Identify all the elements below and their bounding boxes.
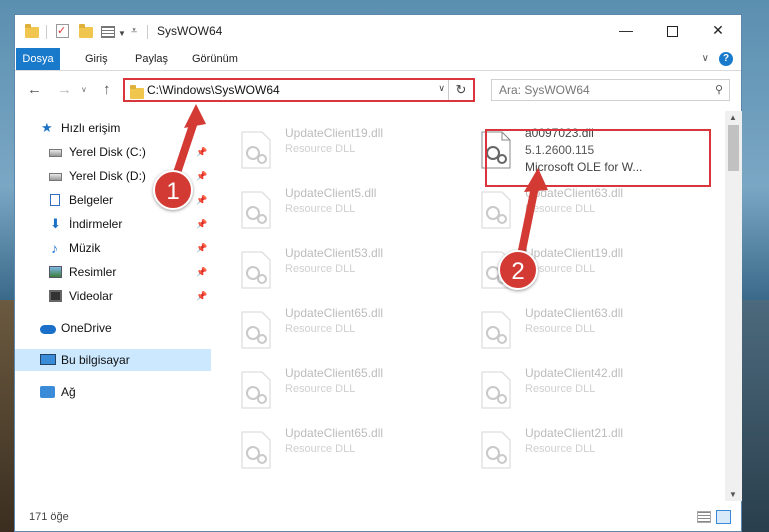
step-1-badge: 1 xyxy=(153,170,193,210)
annotation-arrows xyxy=(168,104,548,274)
step-2-badge: 2 xyxy=(498,250,538,290)
